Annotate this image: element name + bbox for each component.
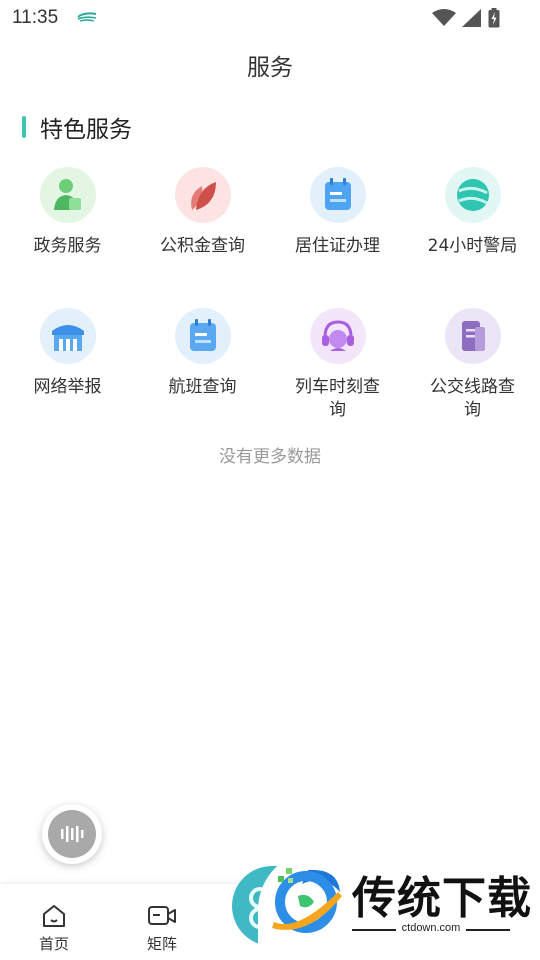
service-item-police-station[interactable]: 24小时警局 [405,165,540,306]
section-header: 特色服务 [22,112,132,143]
watermark-divider-right [466,929,510,931]
police-station-icon [444,167,501,223]
watermark-brand: 传统下载 [352,873,532,924]
home-icon [39,902,69,930]
page-title: 服务 [247,55,293,81]
service-label: 公积金查询 [160,236,245,256]
bus-route-icon [444,308,501,364]
nav-item-matrix[interactable]: 矩阵 [122,884,202,960]
watermark-domain: ctdown.com [401,922,461,934]
nav-item-home[interactable]: 首页 [14,884,94,960]
service-label: 政务服务 [33,236,102,256]
wifi-icon [432,9,456,26]
cellular-signal-icon [462,9,481,27]
network-report-icon [39,308,96,364]
watermark-logo-icon [272,868,342,933]
service-item-network-report[interactable]: 网络举报 [0,306,135,447]
battery-icon [488,8,500,28]
service-item-bus-route[interactable]: 公交线路查询 [405,306,540,447]
section-accent-bar [22,116,26,138]
service-label: 居住证办理 [295,236,380,256]
nav-label-matrix: 矩阵 [146,935,177,953]
service-label: 24小时警局 [427,236,518,256]
service-label: 列车时刻查询 [295,377,380,420]
video-matrix-icon [147,902,177,930]
voice-assistant-button[interactable] [42,804,102,864]
train-schedule-icon [309,308,366,364]
service-label: 公交线路查询 [430,377,515,420]
residence-permit-icon [309,167,366,223]
section-title: 特色服务 [40,117,132,143]
service-grid: 政务服务 公积金查询 居住证办理 24小时警局 网络举报 航班查询 列车时刻查询… [0,165,540,447]
service-label: 航班查询 [168,377,237,397]
service-label: 网络举报 [33,377,102,397]
service-item-residence-permit[interactable]: 居住证办理 [270,165,405,306]
notification-app-icon [77,12,97,22]
service-item-flight-query[interactable]: 航班查询 [135,306,270,447]
flight-query-icon [174,308,231,364]
service-item-housing-fund[interactable]: 公积金查询 [135,165,270,306]
service-item-train-schedule[interactable]: 列车时刻查询 [270,306,405,447]
government-service-icon [39,167,96,223]
service-item-government[interactable]: 政务服务 [0,165,135,306]
voice-assistant-inner [48,810,96,858]
nav-label-home: 首页 [38,935,69,953]
status-indicators [432,8,500,28]
housing-fund-icon [174,167,231,223]
no-more-data-text: 没有更多数据 [219,447,321,467]
status-time: 11:35 [12,7,59,28]
status-bar: 11:35 [0,0,540,36]
sound-wave-icon [61,826,84,842]
